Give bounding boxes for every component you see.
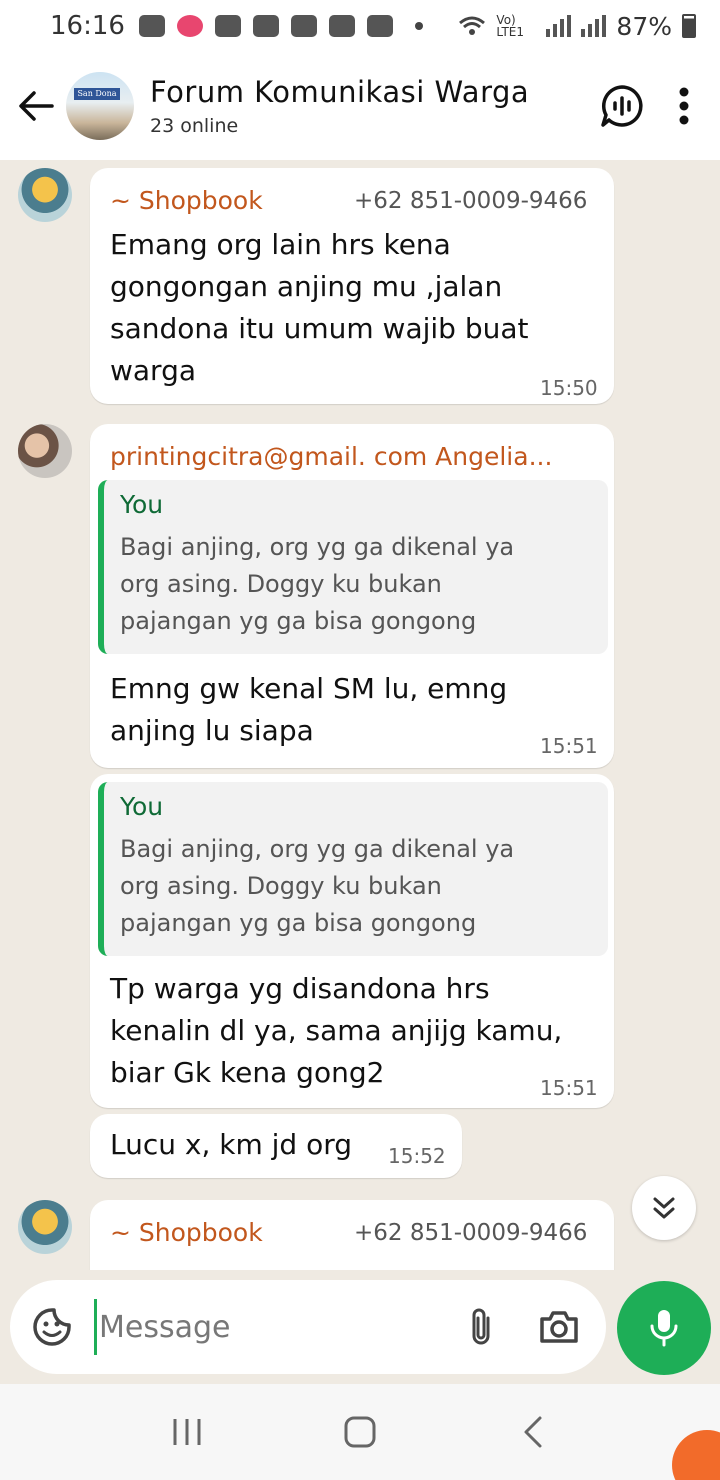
- quoted-message[interactable]: You Bagi anjing, org yg ga dikenal ya or…: [98, 782, 608, 956]
- chat-area[interactable]: ~ Shopbook +62 851-0009-9466 Emang org l…: [0, 160, 720, 1270]
- message-bubble[interactable]: Lucu x, km jd org 15:52: [90, 1114, 462, 1178]
- avatar-sign: San Dona: [74, 88, 120, 100]
- message-notification-icon: [138, 15, 165, 37]
- message-line: gongongan anjing mu ,jalan: [110, 270, 503, 303]
- double-chevron-down-icon: [653, 1197, 675, 1219]
- signal-icon-2: [581, 15, 607, 37]
- quoted-line: Bagi anjing, org yg ga dikenal ya: [120, 533, 515, 561]
- more-notifications-dot: [414, 22, 423, 30]
- quoted-line: pajangan yg ga bisa gongong: [120, 607, 477, 635]
- home-button[interactable]: [330, 1402, 390, 1462]
- sticker-icon: [33, 1308, 71, 1346]
- back-nav-button[interactable]: [503, 1402, 563, 1462]
- message-line: Emng gw kenal SM lu, emng: [110, 672, 508, 705]
- message-line: biar Gk kena gong2: [110, 1056, 385, 1089]
- sender-avatar[interactable]: [18, 168, 72, 222]
- online-count: 23 online: [150, 115, 239, 137]
- chat-title-block[interactable]: Forum Komunikasi Warga 23 online: [150, 75, 529, 137]
- sender-phone: +62 851-0009-9466: [354, 1220, 588, 1246]
- message-text: Emang org lain hrs kena gongongan anjing…: [110, 224, 529, 392]
- message-bubble[interactable]: ~ Shopbook +62 851-0009-9466 Emang org l…: [90, 168, 614, 404]
- sender-phone: +62 851-0009-9466: [354, 188, 588, 214]
- notification-icons: [138, 15, 423, 37]
- status-time: 16:16: [50, 11, 125, 41]
- avatar-sign-text: San Dona: [77, 89, 117, 98]
- recent-apps-button[interactable]: [157, 1402, 217, 1462]
- message-line: Tp warga yg disandona hrs: [110, 972, 490, 1005]
- sender-name[interactable]: ~ Shopbook: [110, 186, 263, 215]
- message-input-bar: Message: [10, 1280, 606, 1374]
- sender-name[interactable]: printingcitra@gmail. com Angelia...: [110, 442, 552, 471]
- voice-record-button[interactable]: [617, 1281, 711, 1375]
- app-notification-icon: [176, 15, 203, 37]
- network-label: Vo) LTE1: [496, 13, 525, 39]
- message-line: kenalin dl ya, sama anjijg kamu,: [110, 1014, 563, 1047]
- group-avatar[interactable]: San Dona: [66, 72, 134, 140]
- owl-notification-icon-2: [366, 15, 393, 37]
- message-line: Emang org lain hrs kena: [110, 228, 451, 261]
- message-bubble[interactable]: ~ Shopbook +62 851-0009-9466: [90, 1200, 614, 1270]
- message-text: Lucu x, km jd org: [110, 1128, 353, 1161]
- shield-notification-icon: [328, 15, 355, 37]
- signal-icon: [546, 15, 572, 37]
- sender-name[interactable]: ~ Shopbook: [110, 1218, 263, 1247]
- home-icon: [344, 1416, 376, 1448]
- scroll-to-bottom-button[interactable]: [632, 1176, 696, 1240]
- battery-percent: 87%: [616, 11, 672, 41]
- quoted-author: You: [120, 490, 164, 519]
- message-text: Emng gw kenal SM lu, emng anjing lu siap…: [110, 668, 507, 752]
- arrow-left-icon: [19, 91, 54, 121]
- message-time: 15:51: [540, 1076, 598, 1100]
- message-time: 15:52: [388, 1144, 446, 1168]
- system-navigation-bar: [0, 1384, 720, 1480]
- message-line: sandona itu umum wajib buat: [110, 312, 529, 345]
- text-cursor: [94, 1299, 97, 1355]
- more-options-icon[interactable]: [678, 87, 690, 125]
- message-bubble[interactable]: You Bagi anjing, org yg ga dikenal ya or…: [90, 774, 614, 1108]
- message-line: warga: [110, 354, 197, 387]
- microphone-icon: [650, 1310, 678, 1347]
- message-line: anjing lu siapa: [110, 714, 314, 747]
- chat-header: San Dona Forum Komunikasi Warga 23 onlin…: [0, 52, 720, 160]
- attachment-icon[interactable]: [468, 1306, 494, 1348]
- youtube-notification-icon: [252, 15, 279, 37]
- sender-avatar[interactable]: [18, 1200, 72, 1254]
- gift-notification-icon: [214, 15, 241, 37]
- status-bar: 16:16 Vo) LTE1 87%: [0, 0, 720, 52]
- quoted-line: pajangan yg ga bisa gongong: [120, 909, 477, 937]
- voice-chat-icon[interactable]: [600, 84, 644, 128]
- emoji-button[interactable]: [30, 1305, 74, 1349]
- chat-title: Forum Komunikasi Warga: [150, 75, 530, 109]
- owl-notification-icon: [290, 15, 317, 37]
- wifi-icon: [459, 16, 486, 35]
- quoted-line: org asing. Doggy ku bukan: [120, 570, 442, 598]
- back-button[interactable]: [6, 76, 66, 136]
- battery-icon: [682, 14, 696, 38]
- quoted-line: Bagi anjing, org yg ga dikenal ya: [120, 835, 515, 863]
- sender-avatar[interactable]: [18, 424, 72, 478]
- camera-icon[interactable]: [538, 1309, 580, 1345]
- message-time: 15:50: [540, 376, 598, 400]
- message-time: 15:51: [540, 734, 598, 758]
- recent-apps-icon: [173, 1419, 201, 1445]
- quoted-message[interactable]: You Bagi anjing, org yg ga dikenal ya or…: [98, 480, 608, 654]
- quoted-line: org asing. Doggy ku bukan: [120, 872, 442, 900]
- message-text: Tp warga yg disandona hrs kenalin dl ya,…: [110, 968, 562, 1094]
- chevron-left-icon: [524, 1416, 542, 1448]
- quoted-author: You: [120, 792, 164, 821]
- message-bubble[interactable]: printingcitra@gmail. com Angelia... You …: [90, 424, 614, 768]
- message-input[interactable]: Message: [99, 1310, 230, 1345]
